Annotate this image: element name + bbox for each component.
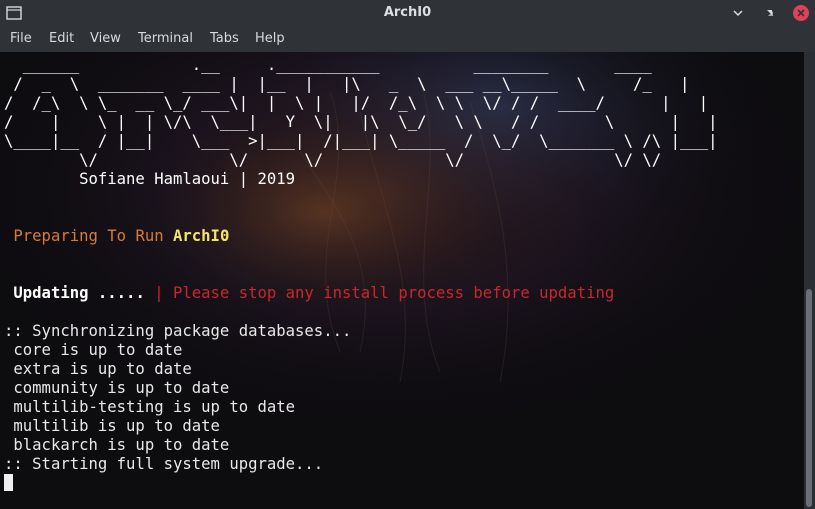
window-title: ArchI0 — [383, 5, 432, 20]
terminal-scrollbar[interactable] — [804, 52, 815, 509]
terminal-window: ArchI0 File Edit View Terminal Tabs Help — [0, 0, 815, 509]
maximize-icon[interactable] — [761, 4, 779, 22]
terminal-area[interactable]: ______ .__ .___________ ________ ____ / … — [0, 52, 804, 509]
app-name-text: ArchI0 — [173, 227, 230, 245]
minimize-icon[interactable] — [729, 4, 747, 22]
preparing-text: Preparing To Run — [13, 227, 164, 245]
banner-line: / | \ | | \/\ \___| Y \| |\ \_/ \ \ / / … — [4, 113, 718, 131]
banner-line: \/ \/ \/ \/ \/ \/ — [4, 151, 662, 169]
repo-status-line: community is up to date — [4, 379, 230, 397]
terminal-output: ______ .__ .___________ ________ ____ / … — [4, 56, 718, 493]
text-cursor — [4, 474, 13, 491]
repo-status-line: multilib-testing is up to date — [4, 398, 296, 416]
close-icon[interactable] — [792, 4, 810, 22]
menu-terminal[interactable]: Terminal — [136, 31, 195, 46]
banner-line: \____|__ / |__| \___ >|___| /|___| \____… — [4, 132, 718, 150]
author-line: Sofiane Hamlaoui | 2019 — [4, 170, 296, 188]
menu-help[interactable]: Help — [253, 31, 287, 46]
menu-edit[interactable]: Edit — [47, 31, 76, 46]
repo-status-line: multilib is up to date — [4, 417, 220, 435]
sync-header-line: :: Synchronizing package databases... — [4, 322, 352, 340]
updating-warning: | Please stop any install process before… — [154, 284, 615, 302]
updating-label: Updating ..... — [13, 284, 145, 302]
title-bar[interactable]: ArchI0 — [0, 0, 815, 27]
banner-line: ______ .__ .___________ ________ ____ — [4, 56, 652, 74]
repo-status-line: extra is up to date — [4, 360, 192, 378]
repo-status-line: core is up to date — [4, 341, 183, 359]
scrollbar-thumb[interactable] — [806, 289, 812, 507]
banner-line: / _ \ _______ ____ | |__ | |\ _ \ ___ __… — [4, 75, 690, 93]
repo-status-line: blackarch is up to date — [4, 436, 230, 454]
upgrade-line: :: Starting full system upgrade... — [4, 455, 324, 473]
banner-line: / /_\ \ \_ __ \_/ ___\| | \ | |/ /_\ \ \… — [4, 94, 709, 112]
menu-tabs[interactable]: Tabs — [208, 31, 241, 46]
menu-view[interactable]: View — [88, 31, 123, 46]
menu-file[interactable]: File — [8, 31, 34, 46]
menu-bar: File Edit View Terminal Tabs Help — [0, 27, 815, 52]
